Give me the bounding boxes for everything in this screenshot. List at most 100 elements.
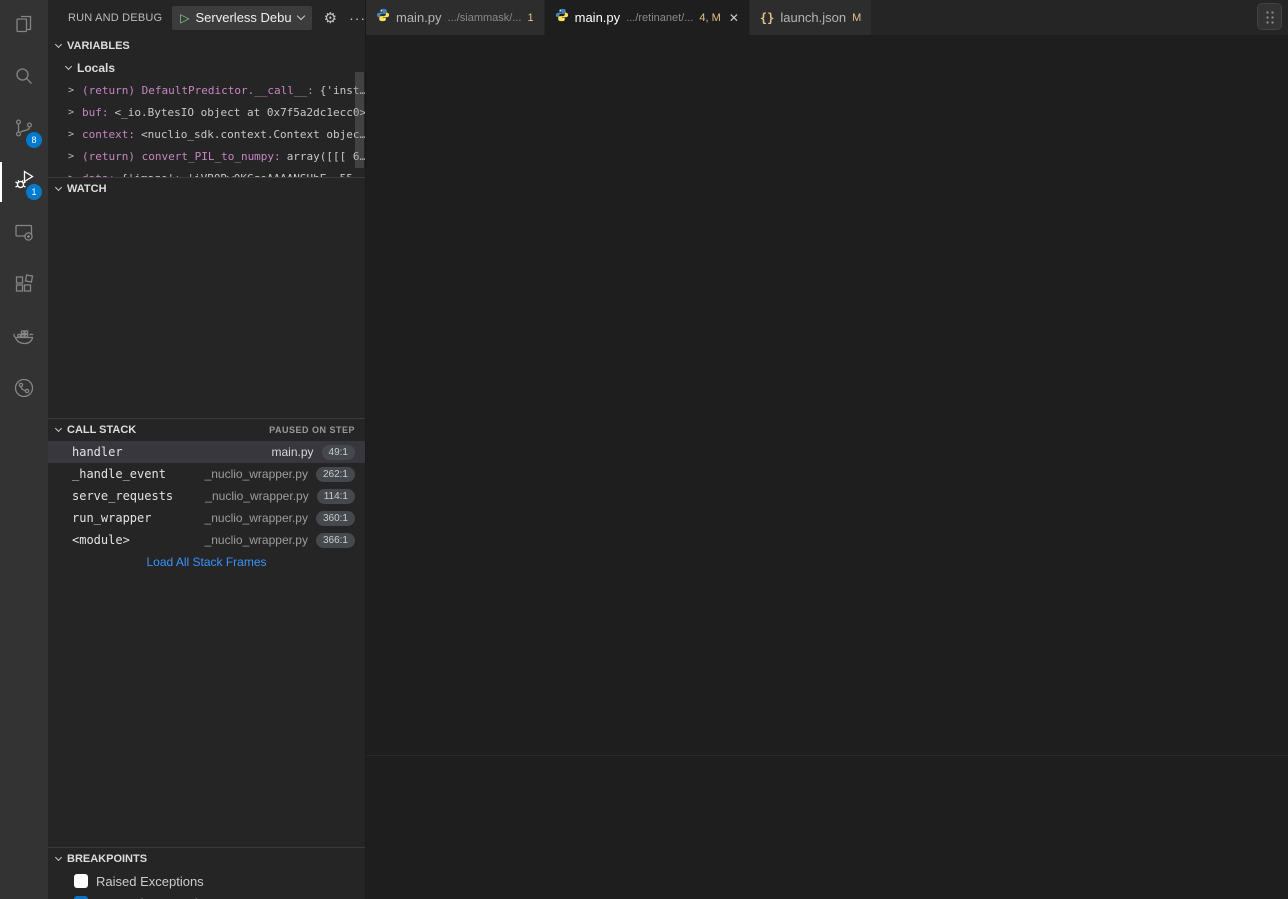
frame-function: <module> (72, 533, 197, 547)
variables-header[interactable]: VARIABLES (48, 35, 365, 57)
activity-run-and-debug-icon[interactable]: 1 (0, 156, 48, 208)
launch-config-label: Serverless Debu (196, 10, 292, 25)
tab-main-py[interactable]: main.py .../siammask/... 1 (366, 0, 545, 35)
activity-badge: 8 (26, 132, 42, 148)
run-and-debug-sidebar: RUN AND DEBUG ▷ Serverless Debu ⚙ ··· VA… (48, 0, 365, 899)
tab-modified-badge: M (852, 12, 861, 24)
variables-section: VARIABLES Locals > (return) DefaultPredic… (48, 35, 365, 177)
variable-value: array([[[ 6… (287, 150, 365, 163)
chevron-down-icon (55, 41, 62, 48)
panel-tab-bar (366, 756, 1288, 786)
paused-status: PAUSED ON STEP (269, 419, 355, 441)
locals-scope[interactable]: Locals (48, 57, 365, 79)
more-actions-icon[interactable]: ··· (349, 10, 365, 26)
variable-row[interactable]: > (return) convert_PIL_to_numpy: array([[[… (48, 145, 365, 167)
activity-extensions-icon[interactable] (0, 260, 48, 312)
frame-function: serve_requests (72, 489, 197, 503)
variable-row[interactable]: >context:<nuclio_sdk.context.Context obj… (48, 123, 365, 145)
frame-position-badge: 360:1 (316, 511, 355, 526)
activity-badge: 1 (26, 184, 42, 200)
variable-value: <_io.BytesIO object at 0x7f5a2dc1ecc0> (115, 106, 366, 119)
variable-row[interactable]: > buf: <_io.BytesIO object at 0x7f5a2dc1ec… (48, 101, 365, 123)
variable-name: buf: (82, 106, 109, 119)
bottom-panel (366, 755, 1288, 899)
frame-function: run_wrapper (72, 511, 197, 525)
watch-header[interactable]: WATCH (48, 178, 365, 200)
vscode-window: 81 RUN AND DEBUG ▷ Serverless Debu ⚙ ···… (0, 0, 1288, 899)
activity-remote-explorer-icon[interactable] (0, 208, 48, 260)
call-stack-header[interactable]: CALL STACK PAUSED ON STEP (48, 419, 365, 441)
call-stack-section: CALL STACK PAUSED ON STEP handler main.py… (48, 418, 365, 847)
breakpoints-section: BREAKPOINTS Raised Exceptions ✓Uncaught E… (48, 847, 365, 899)
braces-icon: {} (760, 11, 774, 25)
chevron-down-icon (65, 63, 72, 70)
activity-git-graph-icon[interactable] (0, 364, 48, 416)
gear-icon[interactable]: ⚙ (324, 9, 337, 27)
chevron-down-icon (55, 425, 62, 432)
chevron-right-icon[interactable]: > (68, 107, 76, 118)
tab-label: launch.json (780, 10, 846, 25)
editor-group: main.py .../siammask/... 1 main.py.../retin… (365, 0, 1288, 899)
tab-launch-json[interactable]: {} launch.json M (750, 0, 872, 35)
breakpoint-label: Raised Exceptions (96, 874, 204, 889)
activity-bar: 81 (0, 0, 48, 899)
chevron-right-icon[interactable]: > (68, 151, 76, 162)
activity-explorer-icon[interactable] (0, 0, 48, 52)
debug-console-output (366, 786, 1288, 899)
remote-explorer-icon (12, 220, 36, 249)
frame-file: _nuclio_wrapper.py (205, 533, 308, 547)
close-icon[interactable]: ✕ (729, 11, 739, 25)
extensions-icon (12, 272, 36, 301)
tab-description: .../siammask/... (448, 12, 522, 24)
frame-position-badge: 114:1 (317, 489, 355, 504)
variable-name: (return) DefaultPredictor.__call__: (82, 84, 314, 97)
breakpoint-row[interactable]: Raised Exceptions (48, 870, 365, 892)
breakpoints-header[interactable]: BREAKPOINTS (48, 848, 365, 870)
frame-function: _handle_event (72, 467, 197, 481)
tab-modified-badge: 1 (528, 12, 534, 24)
start-debug-icon[interactable]: ▷ (180, 12, 189, 24)
breakpoint-row[interactable]: ✓Uncaught Exceptions (48, 892, 365, 899)
variable-name: (return) convert_PIL_to_numpy: (82, 150, 281, 163)
activity-search-icon[interactable] (0, 52, 48, 104)
code-editor[interactable] (366, 52, 1288, 755)
tab-label: main.py (575, 10, 621, 25)
load-all-stack-frames-link[interactable]: Load All Stack Frames (48, 551, 365, 573)
variable-row[interactable]: >(return) DefaultPredictor.__call__:{'in… (48, 79, 365, 101)
launch-config-dropdown[interactable]: ▷ Serverless Debu (172, 6, 311, 30)
stack-frame[interactable]: run_wrapper_nuclio_wrapper.py360:1 (48, 507, 365, 529)
editor-tab-bar: main.py .../siammask/... 1 main.py.../retin… (366, 0, 1288, 35)
frame-function: handler (72, 445, 264, 459)
frame-file: _nuclio_wrapper.py (205, 489, 308, 503)
chevron-right-icon[interactable]: > (68, 85, 76, 96)
frame-position-badge: 49:1 (322, 445, 355, 460)
variable-row[interactable]: >data:{'image': 'iVBORw0KGgoAAAANSUhE… 5… (48, 167, 365, 177)
frame-file: _nuclio_wrapper.py (205, 467, 308, 481)
frame-position-badge: 262:1 (316, 467, 355, 482)
toolbar-drag-handle[interactable] (1264, 9, 1275, 24)
variable-name: context: (82, 128, 135, 141)
explorer-icon (12, 12, 36, 41)
activity-docker-icon[interactable] (0, 312, 48, 364)
stack-frame[interactable]: <module> _nuclio_wrapper.py 366:1 (48, 529, 365, 551)
chevron-down-icon (55, 854, 62, 861)
activity-source-control-icon[interactable]: 8 (0, 104, 48, 156)
stack-frame[interactable]: serve_requests _nuclio_wrapper.py 114:1 (48, 485, 365, 507)
chevron-down-icon (55, 184, 62, 191)
tab-label: main.py (396, 10, 442, 25)
checkbox-unchecked[interactable] (74, 874, 88, 888)
debug-toolbar (1257, 3, 1282, 30)
chevron-right-icon[interactable]: > (68, 129, 76, 140)
frame-position-badge: 366:1 (316, 533, 355, 548)
search-icon (12, 64, 36, 93)
variables-scrollbar[interactable] (355, 72, 364, 168)
stack-frame[interactable]: _handle_event _nuclio_wrapper.py 262:1 (48, 463, 365, 485)
python-icon (555, 8, 569, 27)
stack-frame[interactable]: handler main.py 49:1 (48, 441, 365, 463)
python-icon (376, 8, 390, 27)
frame-file: main.py (272, 445, 314, 459)
sidebar-title: RUN AND DEBUG (68, 12, 162, 24)
tab-main-py[interactable]: main.py.../retinanet/...4, M✕ (545, 0, 750, 35)
debug-sidebar-header: RUN AND DEBUG ▷ Serverless Debu ⚙ ··· (48, 0, 365, 35)
watch-section: WATCH (48, 177, 365, 418)
